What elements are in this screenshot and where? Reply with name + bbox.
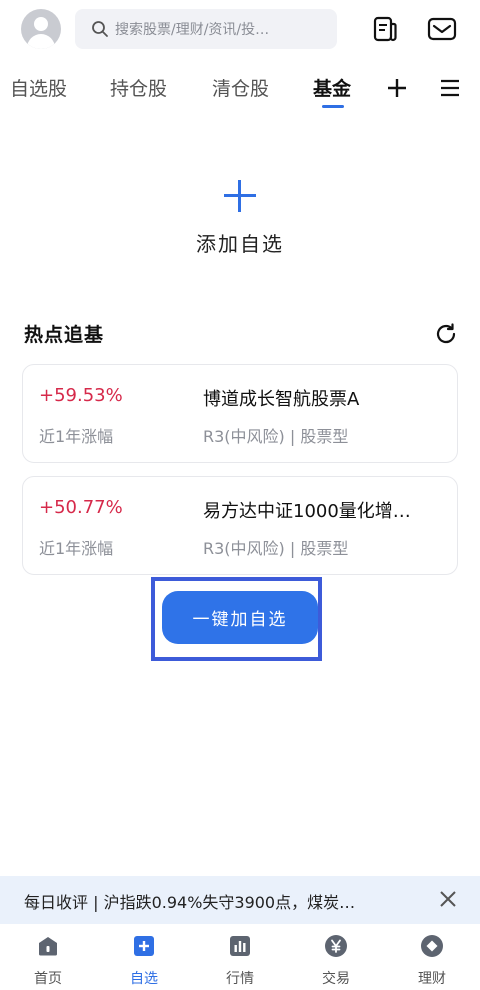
nav-trade[interactable]: 交易 bbox=[288, 932, 384, 990]
section-title: 热点追基 bbox=[24, 324, 105, 346]
search-icon bbox=[92, 21, 108, 37]
tab-stocks[interactable]: 自选股 bbox=[10, 74, 67, 101]
fund-meta: R3(中风险) | 股票型 bbox=[203, 539, 349, 558]
fund-card[interactable]: +50.77% 近1年涨幅 易方达中证1000量化增… R3(中风险) | 股票… bbox=[22, 476, 458, 575]
avatar-body-shape bbox=[27, 34, 55, 49]
tab-funds[interactable]: 基金 bbox=[313, 74, 351, 101]
mail-icon[interactable] bbox=[425, 12, 459, 46]
fund-change-label: 近1年涨幅 bbox=[39, 427, 114, 446]
nav-home[interactable]: 首页 bbox=[0, 932, 96, 990]
refresh-icon[interactable] bbox=[434, 322, 458, 346]
bottom-nav: 首页 自选 行情 交易 理财 bbox=[0, 924, 480, 990]
close-icon[interactable] bbox=[437, 888, 459, 910]
fund-change: +50.77% bbox=[39, 497, 123, 518]
add-watchlist-button[interactable]: 添加自选 bbox=[180, 172, 300, 262]
fund-name: 易方达中证1000量化增… bbox=[203, 501, 411, 522]
one-click-add-button[interactable]: 一键加自选 bbox=[162, 591, 318, 644]
nav-label: 行情 bbox=[226, 971, 254, 987]
ticker-text: 每日收评 | 沪指跌0.94%失守3900点，煤炭… bbox=[24, 893, 356, 912]
nav-label: 首页 bbox=[34, 971, 62, 987]
nav-watchlist[interactable]: 自选 bbox=[96, 932, 192, 990]
nav-market[interactable]: 行情 bbox=[192, 932, 288, 990]
nav-label: 自选 bbox=[130, 971, 158, 987]
diamond-icon bbox=[421, 935, 443, 957]
bar-chart-icon bbox=[230, 936, 250, 956]
yen-icon bbox=[325, 935, 347, 957]
active-tab-indicator bbox=[322, 105, 344, 108]
add-tab-icon[interactable] bbox=[385, 76, 409, 100]
avatar[interactable] bbox=[21, 9, 61, 49]
fund-change-label: 近1年涨幅 bbox=[39, 539, 114, 558]
menu-icon[interactable] bbox=[438, 76, 462, 100]
home-icon bbox=[39, 937, 57, 956]
search-input[interactable]: 搜索股票/理财/资讯/投… bbox=[75, 9, 337, 49]
plus-icon bbox=[224, 180, 256, 212]
plus-square-icon bbox=[134, 936, 154, 956]
news-ticker[interactable]: 每日收评 | 沪指跌0.94%失守3900点，煤炭… bbox=[0, 876, 480, 924]
nav-wealth[interactable]: 理财 bbox=[384, 932, 480, 990]
search-placeholder: 搜索股票/理财/资讯/投… bbox=[115, 22, 270, 38]
nav-label: 交易 bbox=[322, 971, 350, 987]
news-icon[interactable] bbox=[368, 12, 402, 46]
fund-meta: R3(中风险) | 股票型 bbox=[203, 427, 349, 446]
add-watchlist-label: 添加自选 bbox=[196, 232, 284, 256]
top-bar: 搜索股票/理财/资讯/投… bbox=[0, 0, 480, 60]
fund-name: 博道成长智航股票A bbox=[203, 389, 360, 410]
tab-holdings[interactable]: 持仓股 bbox=[110, 74, 167, 101]
avatar-head-shape bbox=[34, 17, 48, 31]
tab-cleared[interactable]: 清仓股 bbox=[212, 74, 269, 101]
nav-label: 理财 bbox=[418, 971, 446, 987]
fund-change: +59.53% bbox=[39, 385, 123, 406]
fund-card[interactable]: +59.53% 近1年涨幅 博道成长智航股票A R3(中风险) | 股票型 bbox=[22, 364, 458, 463]
